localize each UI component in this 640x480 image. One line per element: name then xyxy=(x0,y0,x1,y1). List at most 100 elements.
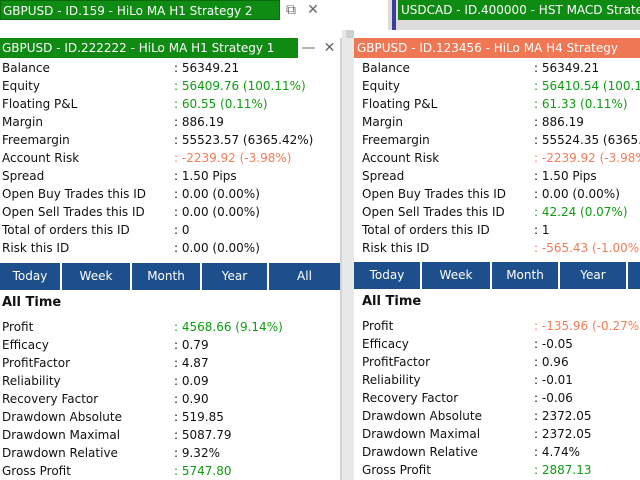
period-tabs: Today Week Month Year xyxy=(354,262,640,289)
window-frame-corner xyxy=(346,30,354,38)
window-gbpusd-159[interactable]: GBPUSD - ID.159 - HiLo MA H1 Strategy 2 … xyxy=(0,0,328,22)
account-info-value: : 56349.21 xyxy=(534,61,600,75)
stat-row: Profit: 4568.66 (9.14%) xyxy=(0,318,340,336)
account-info-label: Total of orders this ID xyxy=(362,223,490,237)
account-info-value: : 0.00 (0.00%) xyxy=(174,241,260,255)
stat-value: : 0.90 xyxy=(174,392,209,406)
window-gbpusd-123456[interactable]: GBPUSD - ID.123456 - HiLo MA H4 Strategy… xyxy=(354,38,640,480)
account-info-value: : 56349.21 xyxy=(174,61,240,75)
account-info-label: Equity xyxy=(2,79,40,93)
account-info-row: Open Buy Trades this ID: 0.00 (0.00%) xyxy=(0,185,340,203)
account-info-value: : 1 xyxy=(534,223,550,237)
account-info-row: Spread: 1.50 Pips xyxy=(354,167,640,185)
close-icon[interactable]: ✕ xyxy=(319,38,340,58)
window-frame-edge xyxy=(392,0,396,30)
tab-week[interactable]: Week xyxy=(422,262,492,289)
account-info-value: : -2239.92 (-3.98%) xyxy=(174,151,292,165)
tab-month[interactable]: Month xyxy=(492,262,560,289)
section-title-all-time: All Time xyxy=(2,295,62,310)
account-info-row: Equity : 56409.76 (100.11%) xyxy=(0,77,340,95)
account-info-row: Risk this ID : 0.00 (0.00%) xyxy=(0,239,340,257)
window-title-bar[interactable]: USDCAD - ID.400000 - HST MACD Strateg xyxy=(398,0,640,20)
close-icon[interactable]: ✕ xyxy=(302,0,324,20)
stat-row: Gross Profit : 5747.80 xyxy=(0,462,340,480)
account-info-label: Risk this ID xyxy=(2,241,70,255)
stat-value: : 4.87 xyxy=(174,356,209,370)
account-info-row: Margin: 886.19 xyxy=(354,113,640,131)
account-info-label: Equity xyxy=(362,79,400,93)
account-info-value: : 0.00 (0.00%) xyxy=(534,187,620,201)
account-info-row: Account Risk : -2239.92 (-3.98%) xyxy=(0,149,340,167)
tab-week[interactable]: Week xyxy=(62,263,132,290)
stat-value: : 2372.05 xyxy=(534,427,592,441)
tab-year[interactable]: Year xyxy=(202,263,269,290)
account-info-label: Risk this ID xyxy=(362,241,430,255)
stat-label: Gross Profit xyxy=(2,464,71,478)
stat-value: : 5747.80 xyxy=(174,464,232,478)
stat-label: Drawdown Maximal xyxy=(362,427,481,441)
account-info-label: Balance xyxy=(362,61,410,75)
window-title-bar[interactable]: GBPUSD - ID.123456 - HiLo MA H4 Strategy xyxy=(354,38,640,58)
stat-label: Gross Profit xyxy=(362,463,431,477)
account-info-row: Open Sell Trades this ID : 0.00 (0.00%) xyxy=(0,203,340,221)
account-info-label: Freemargin xyxy=(362,133,430,147)
account-info-label: Open Sell Trades this ID xyxy=(362,205,505,219)
account-info-label: Account Risk xyxy=(362,151,440,165)
stat-row: Profit: -135.96 (-0.27%) xyxy=(354,317,640,335)
stat-label: Efficacy xyxy=(2,338,49,352)
stat-label: Profit xyxy=(362,319,394,333)
account-info-label: Spread xyxy=(2,169,45,183)
window-title: GBPUSD - ID.123456 - HiLo MA H4 Strategy xyxy=(357,41,618,55)
account-info-value: : 0.00 (0.00%) xyxy=(174,205,260,219)
period-tabs: Today Week Month Year All xyxy=(0,263,340,290)
account-info-row: Freemargin: 55523.57 (6365.42%) xyxy=(0,131,340,149)
account-info-value: : 1.50 Pips xyxy=(174,169,237,183)
tab-today[interactable]: Today xyxy=(0,263,62,290)
tab-all[interactable] xyxy=(628,262,640,289)
account-info-value: : 56409.76 (100.11%) xyxy=(174,79,306,93)
account-info-value: : 56410.54 (100.11%) xyxy=(534,79,640,93)
stat-label: Drawdown Maximal xyxy=(2,428,121,442)
tab-all[interactable]: All xyxy=(269,263,340,290)
account-info-row: Total of orders this ID: 0 xyxy=(0,221,340,239)
window-title: GBPUSD - ID.222222 - HiLo MA H1 Strategy… xyxy=(2,41,275,55)
tab-year[interactable]: Year xyxy=(560,262,628,289)
account-info-value: : 42.24 (0.07%) xyxy=(534,205,628,219)
account-info-label: Margin xyxy=(2,115,43,129)
tab-month[interactable]: Month xyxy=(132,263,202,290)
window-gbpusd-222222[interactable]: GBPUSD - ID.222222 - HiLo MA H1 Strategy… xyxy=(0,38,342,480)
stat-label: Efficacy xyxy=(362,337,409,351)
stat-value: : -0.06 xyxy=(534,391,573,405)
account-info-label: Open Sell Trades this ID xyxy=(2,205,145,219)
stat-label: Profit xyxy=(2,320,34,334)
stat-row: Recovery Factor : -0.06 xyxy=(354,389,640,407)
stat-value: : 0.79 xyxy=(174,338,209,352)
account-info-label: Open Buy Trades this ID xyxy=(362,187,507,201)
tab-today[interactable]: Today xyxy=(354,262,422,289)
account-info-value: : 886.19 xyxy=(174,115,224,129)
restore-icon[interactable]: ⧉ xyxy=(280,0,302,20)
account-info-value: : 886.19 xyxy=(534,115,584,129)
stat-label: Drawdown Relative xyxy=(362,445,478,459)
stat-row: Efficacy : 0.79 xyxy=(0,336,340,354)
minimize-icon[interactable]: — xyxy=(298,38,319,58)
window-title-bar[interactable]: GBPUSD - ID.159 - HiLo MA H1 Strategy 2 xyxy=(0,0,280,20)
stat-row: Recovery Factor: 0.90 xyxy=(0,390,340,408)
account-info-label: Account Risk xyxy=(2,151,80,165)
stat-row: ProfitFactor: 4.87 xyxy=(0,354,340,372)
window-title-bar[interactable]: GBPUSD - ID.222222 - HiLo MA H1 Strategy… xyxy=(0,38,298,58)
account-info-row: Equity : 56410.54 (100.11%) xyxy=(354,77,640,95)
window-usdcad-400000[interactable]: USDCAD - ID.400000 - HST MACD Strateg xyxy=(388,0,640,30)
account-info-row: Freemargin: 55524.35 (6365.51% xyxy=(354,131,640,149)
stat-row: Drawdown Relative: 4.74% xyxy=(354,443,640,461)
stat-label: Drawdown Absolute xyxy=(362,409,482,423)
stat-row: Gross Profit: 2887.13 xyxy=(354,461,640,479)
stat-row: Reliability: -0.01 xyxy=(354,371,640,389)
stat-label: Recovery Factor xyxy=(362,391,459,405)
stat-row: Drawdown Absolute: 2372.05 xyxy=(354,407,640,425)
account-info-label: Total of orders this ID xyxy=(2,223,130,237)
stat-label: Reliability xyxy=(2,374,61,388)
stat-row: Efficacy: -0.05 xyxy=(354,335,640,353)
account-info-row: Balance: 56349.21 xyxy=(0,59,340,77)
window-gap xyxy=(342,30,354,480)
